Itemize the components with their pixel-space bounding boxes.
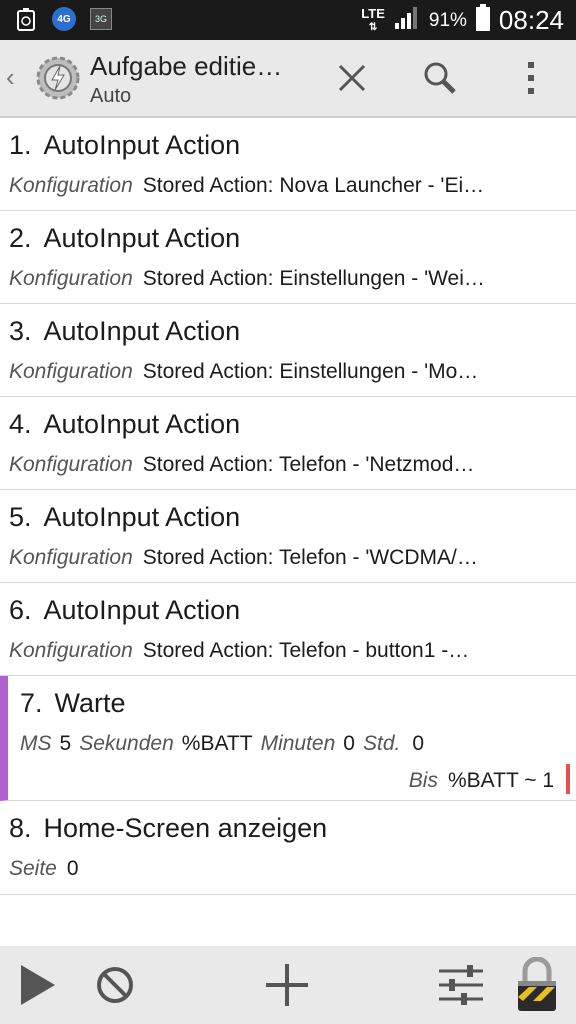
action-title: 3. AutoInput Action — [9, 316, 241, 346]
lock-icon — [518, 957, 556, 1011]
close-button[interactable] — [332, 58, 372, 98]
action-detail: Konfiguration Stored Action: Telefon - 'W… — [9, 546, 478, 569]
action-detail: Konfiguration Stored Action: Telefon - 'N… — [9, 453, 475, 476]
settings-sliders-icon — [439, 965, 483, 1005]
list-item[interactable]: 8. Home-Screen anzeigen Seite 0 — [0, 801, 576, 895]
page-title: Aufgabe editie… — [90, 51, 283, 81]
more-vert-icon — [528, 62, 534, 94]
action-detail: Konfiguration Stored Action: Nova Launche… — [9, 174, 485, 197]
play-button[interactable] — [12, 960, 62, 1010]
page-subtitle: Auto — [90, 85, 132, 107]
action-detail: Konfiguration Stored Action: Einstellunge… — [9, 267, 485, 290]
signal-icon — [393, 5, 421, 36]
action-detail: MS 5 Sekunden %BATT Minuten 0 Std. 0 — [20, 732, 425, 755]
lte-indicator: LTE ⇅ — [361, 5, 385, 33]
action-title: 2. AutoInput Action — [9, 223, 241, 253]
list-item-warte[interactable]: 7. Warte MS 5 Sekunden %BATT Minuten 0 Std. 0 Bi… — [0, 676, 576, 801]
action-title: 8. Home-Screen anzeigen — [9, 813, 328, 843]
condition-marker — [566, 764, 570, 794]
add-icon — [266, 964, 308, 1006]
status-bar: 4G 3G LTE ⇅ 91% 08:24 — [0, 0, 576, 40]
list-item[interactable]: 5. AutoInput Action Konfiguration Stored A… — [0, 490, 576, 583]
list-item[interactable]: 6. AutoInput Action Konfiguration Stored A… — [0, 583, 576, 676]
battery-icon — [475, 4, 491, 37]
list-item[interactable]: 2. AutoInput Action Konfiguration Stored A… — [0, 211, 576, 304]
back-chevron-icon[interactable]: ‹ — [6, 62, 15, 93]
add-action-button[interactable] — [262, 960, 312, 1010]
action-bar: ‹ Aufgabe editie… Auto — [0, 40, 576, 118]
play-icon — [21, 965, 55, 1005]
action-detail: Seite 0 — [9, 857, 79, 880]
action-detail: Konfiguration Stored Action: Telefon - bu… — [9, 639, 470, 662]
condition-detail: Bis %BATT ~ 1 — [408, 769, 554, 792]
action-detail: Konfiguration Stored Action: Einstellunge… — [9, 360, 479, 383]
battery-percent: 91% — [428, 9, 467, 31]
disable-icon — [97, 967, 133, 1003]
action-title: 4. AutoInput Action — [9, 409, 241, 439]
list-item[interactable]: 3. AutoInput Action Konfiguration Stored A… — [0, 304, 576, 397]
action-list: 1. AutoInput Action Konfiguration Stored A… — [0, 118, 576, 895]
close-icon — [338, 64, 366, 92]
action-title: 5. AutoInput Action — [9, 502, 241, 532]
3g-icon: 3G — [90, 8, 112, 30]
action-title: 1. AutoInput Action — [9, 130, 241, 160]
lock-button[interactable] — [512, 957, 562, 1011]
overflow-menu-button[interactable] — [511, 58, 551, 98]
task-settings-button[interactable] — [436, 960, 486, 1010]
bottom-toolbar — [0, 946, 576, 1024]
action-title: 7. Warte — [20, 688, 126, 718]
recycle-icon — [14, 6, 38, 32]
list-item[interactable]: 1. AutoInput Action Konfiguration Stored A… — [0, 118, 576, 211]
search-button[interactable] — [420, 58, 460, 98]
list-item[interactable]: 4. AutoInput Action Konfiguration Stored A… — [0, 397, 576, 490]
disable-button[interactable] — [90, 960, 140, 1010]
tasker-app-icon[interactable] — [34, 54, 82, 102]
search-icon — [424, 62, 456, 94]
action-title: 6. AutoInput Action — [9, 595, 241, 625]
clock: 08:24 — [498, 5, 564, 35]
4g-icon: 4G — [52, 7, 76, 31]
